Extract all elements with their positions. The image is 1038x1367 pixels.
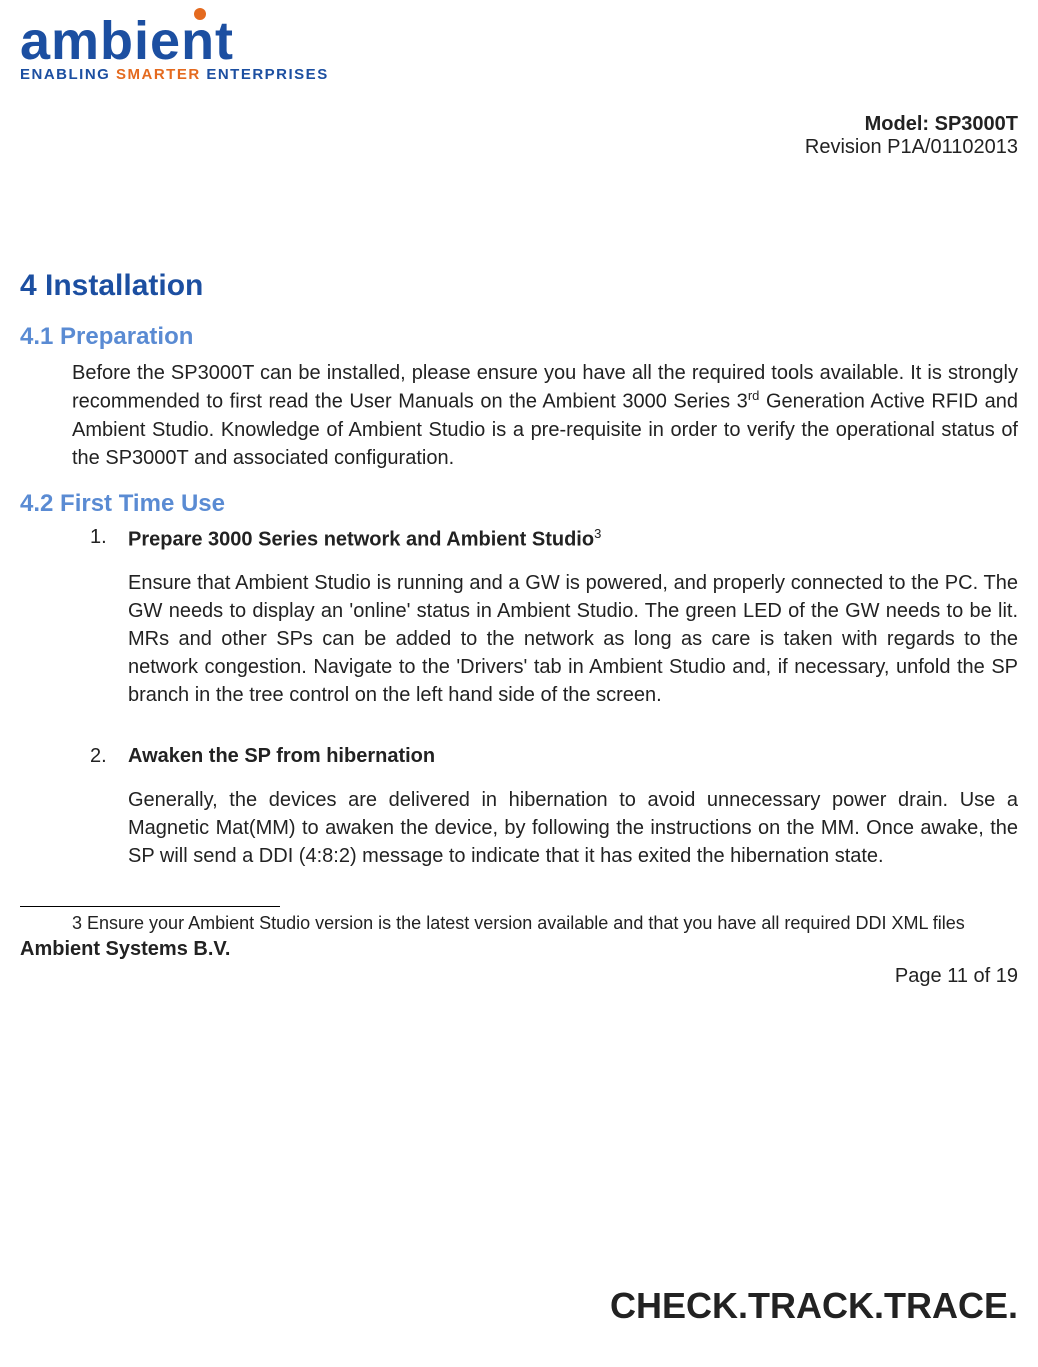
step-1-footnote-ref: 3 (594, 526, 601, 541)
prep-rd-sup: rd (748, 388, 760, 403)
step-1-title: Prepare 3000 Series network and Ambient … (128, 526, 601, 552)
preparation-body: Before the SP3000T can be installed, ple… (72, 359, 1018, 472)
logo-wordmark: ambient (20, 10, 234, 72)
step-2-body: Generally, the devices are delivered in … (128, 786, 1018, 870)
model-label: Model: SP3000T (20, 113, 1018, 136)
step-1-num: 1. (90, 526, 128, 552)
subsection-preparation: 4.1 Preparation (20, 323, 1018, 351)
step-2: 2. Awaken the SP from hibernation (90, 745, 1018, 768)
step-1: 1. Prepare 3000 Series network and Ambie… (90, 526, 1018, 552)
subsection-first-time-use: 4.2 First Time Use (20, 490, 1018, 518)
logo-block: ambient ENABLING SMARTER ENTERPRISES (20, 10, 1018, 83)
footnote-divider (20, 906, 280, 907)
footnote-3: 3 Ensure your Ambient Studio version is … (72, 911, 1018, 935)
step-2-title: Awaken the SP from hibernation (128, 745, 435, 768)
section-heading-installation: 4 Installation (20, 269, 1018, 303)
page-number: Page 11 of 19 (20, 965, 1018, 988)
step-1-title-text: Prepare 3000 Series network and Ambient … (128, 528, 594, 550)
step-2-num: 2. (90, 745, 128, 768)
footer-slogan: CHECK.TRACK.TRACE. (610, 1285, 1018, 1327)
doc-header: Model: SP3000T Revision P1A/01102013 (20, 113, 1018, 159)
logo-dot-icon (194, 8, 206, 20)
revision-label: Revision P1A/01102013 (20, 136, 1018, 159)
logo-text: ambient (20, 11, 234, 71)
step-1-body: Ensure that Ambient Studio is running an… (128, 569, 1018, 709)
footer-company: Ambient Systems B.V. (20, 938, 1018, 961)
